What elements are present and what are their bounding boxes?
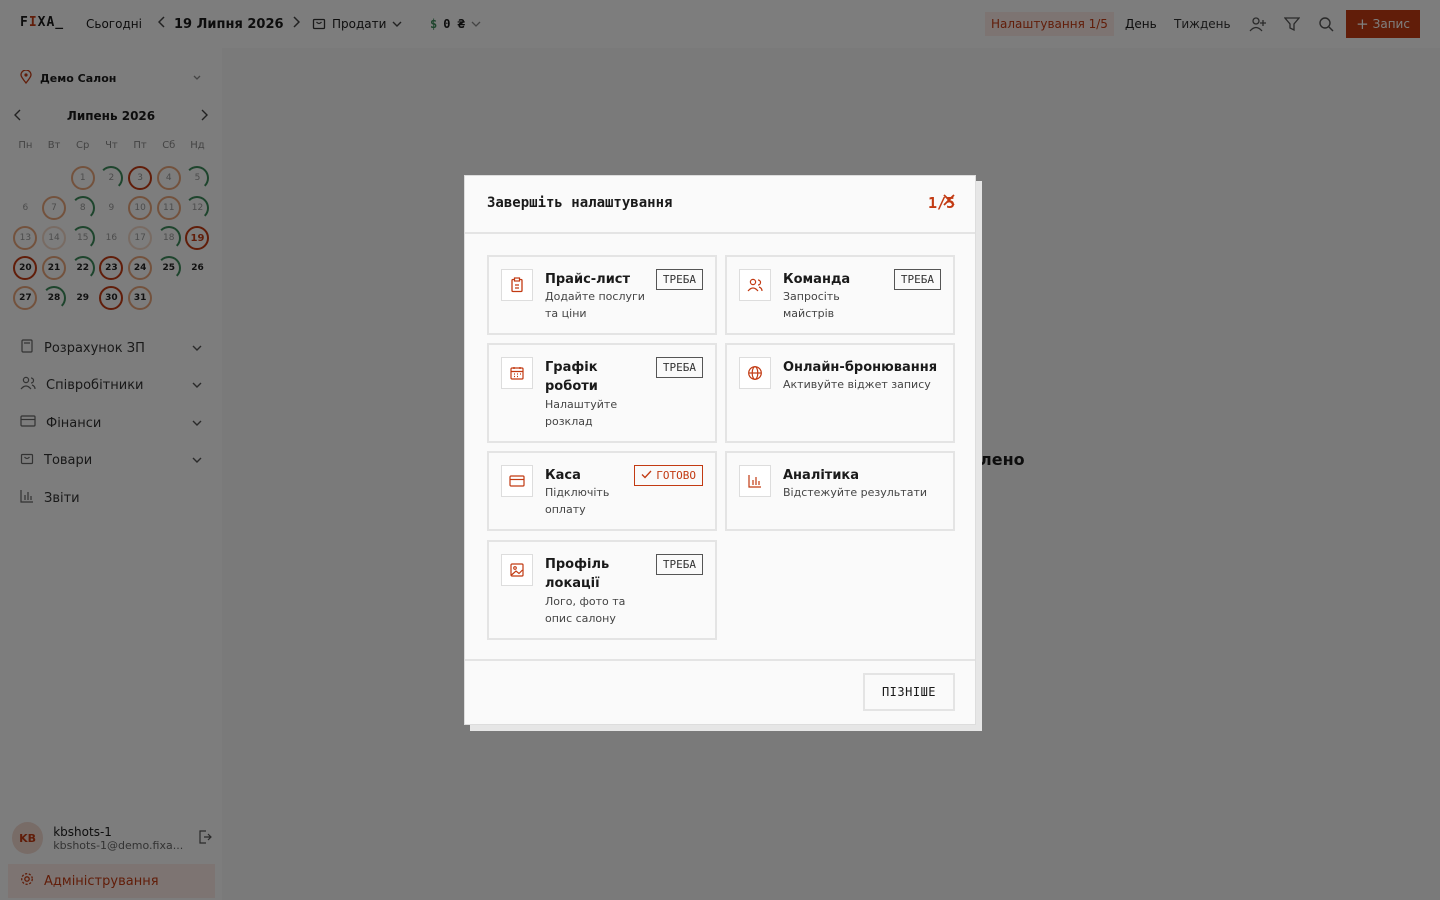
bar-chart-icon [739,465,771,497]
setup-card-analytics[interactable]: Аналітика Відстежуйте результати [725,451,955,531]
card-description: Додайте послуги та ціни [545,290,645,320]
check-icon [641,469,652,482]
setup-card-checkout[interactable]: Каса Підключіть оплату ГОТОВО [487,451,717,531]
card-description: Активуйте віджет запису [783,378,931,391]
setup-card-team[interactable]: Команда Запросіть майстрів ТРЕБА [725,255,955,335]
modal-header: Завершіть налаштування 1/5 [465,176,975,234]
modal-title: Завершіть налаштування [487,195,673,211]
badge-label: ГОТОВО [656,469,696,482]
users-icon [739,269,771,301]
setup-card-online-booking[interactable]: Онлайн-бронювання Активуйте віджет запис… [725,343,955,443]
setup-card-price-list[interactable]: Прайс-лист Додайте послуги та ціни ТРЕБА [487,255,717,335]
status-badge: ТРЕБА [655,554,703,575]
card-title: Аналітика [783,468,860,483]
card-title: Каса [545,468,581,483]
modal-footer-divider [465,659,975,661]
close-icon[interactable] [941,192,957,208]
card-title: Профіль локації [545,557,610,591]
card-description: Відстежуйте результати [783,486,927,499]
globe-icon [739,357,771,389]
card-description: Налаштуйте розклад [545,398,618,428]
card-description: Запросіть майстрів [783,290,840,320]
status-badge: ТРЕБА [893,269,941,290]
credit-card-icon [501,465,533,497]
card-title: Команда [783,272,851,287]
status-badge-done: ГОТОВО [634,465,703,486]
later-button[interactable]: ПІЗНІШЕ [863,673,955,711]
card-title: Прайс-лист [545,272,631,287]
clipboard-icon [501,269,533,301]
status-badge: ТРЕБА [655,269,703,290]
setup-card-schedule[interactable]: Графік роботи Налаштуйте розклад ТРЕБА [487,343,717,443]
setup-card-location-profile[interactable]: Профіль локації Лого, фото та опис салон… [487,540,717,640]
calendar-icon [501,357,533,389]
image-icon [501,554,533,586]
card-title: Онлайн-бронювання [783,360,938,375]
card-description: Лого, фото та опис салону [545,595,626,625]
status-badge: ТРЕБА [655,357,703,378]
setup-modal: Завершіть налаштування 1/5 Прайс-лист До… [464,175,976,725]
card-title: Графік роботи [545,360,598,394]
card-description: Підключіть оплату [545,486,610,516]
